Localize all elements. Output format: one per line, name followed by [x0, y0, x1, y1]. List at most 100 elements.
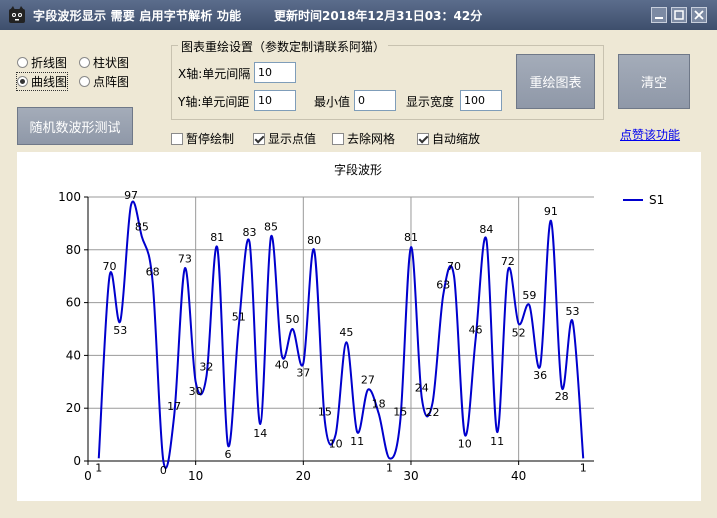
radio-dot-chart[interactable]: 点阵图 — [79, 73, 129, 90]
point-value-label: 83 — [242, 226, 256, 239]
redraw-button[interactable]: 重绘图表 — [516, 54, 595, 109]
minimize-icon — [655, 17, 663, 19]
x-interval-label: X轴:单元间隔 — [178, 67, 251, 81]
point-value-label: 52 — [512, 327, 526, 340]
point-value-label: 91 — [544, 205, 558, 218]
point-value-label: 85 — [264, 221, 278, 234]
point-value-label: 15 — [393, 405, 407, 418]
cat-app-icon — [9, 6, 25, 23]
y-tick-label: 100 — [58, 190, 81, 204]
point-value-label: 97 — [124, 189, 138, 202]
point-value-label: 51 — [232, 310, 246, 323]
point-value-label: 14 — [253, 427, 267, 440]
point-value-label: 11 — [490, 435, 504, 448]
min-value-input[interactable] — [354, 90, 396, 111]
close-button[interactable] — [691, 7, 707, 23]
checkbox-box — [171, 132, 183, 145]
x-interval-input[interactable] — [254, 62, 296, 83]
y-interval-label: Y轴:单元间距 — [178, 95, 250, 109]
radio-dot — [79, 57, 90, 68]
point-value-label: 53 — [113, 324, 127, 337]
point-value-label: 59 — [522, 289, 536, 302]
point-value-label: 28 — [555, 390, 569, 403]
point-value-label: 11 — [350, 435, 364, 448]
point-value-label: 24 — [415, 382, 429, 395]
maximize-icon — [674, 10, 684, 20]
point-value-label: 10 — [458, 438, 472, 451]
point-value-label: 70 — [103, 260, 117, 273]
radio-label: 柱状图 — [93, 56, 130, 70]
chart-title: 字段波形 — [334, 162, 382, 177]
point-value-label: 0 — [160, 464, 167, 477]
display-width-label: 显示宽度 — [406, 95, 455, 109]
x-tick-label: 10 — [188, 469, 203, 483]
close-icon — [694, 10, 704, 20]
y-tick-label: 20 — [66, 401, 81, 415]
checkbox-label: 显示点值 — [268, 132, 317, 146]
radio-label: 折线图 — [31, 56, 68, 70]
point-value-label: 27 — [361, 374, 375, 387]
y-interval-input[interactable] — [254, 90, 296, 111]
point-value-label: 63 — [436, 279, 450, 292]
radio-label: 曲线图 — [31, 75, 68, 89]
checkbox-label: 去除网格 — [347, 132, 396, 146]
point-value-label: 81 — [404, 231, 418, 244]
point-value-label: 73 — [178, 252, 192, 265]
auto-scale-checkbox[interactable]: 自动缩放 — [417, 130, 480, 147]
radio-line-chart[interactable]: 折线图 — [17, 54, 67, 71]
main-window: 字段波形显示 需要 启用字节解析 功能 更新时间2018年12月31日03：42… — [0, 0, 717, 518]
point-value-label: 50 — [286, 313, 300, 326]
point-value-label: 32 — [199, 361, 213, 374]
remove-grid-checkbox[interactable]: 去除网格 — [332, 130, 395, 147]
clear-button[interactable]: 清空 — [618, 54, 690, 109]
display-width-input[interactable] — [460, 90, 502, 111]
radio-label: 点阵图 — [93, 75, 130, 89]
radio-dot — [79, 76, 90, 87]
checkbox-box — [253, 132, 265, 145]
legend-label: S1 — [649, 193, 664, 207]
y-tick-label: 80 — [66, 243, 81, 257]
update-time: 更新时间2018年12月31日03：42分 — [274, 9, 483, 23]
point-value-label: 85 — [135, 221, 149, 234]
point-value-label: 15 — [318, 405, 332, 418]
show-values-checkbox[interactable]: 显示点值 — [253, 130, 316, 147]
point-value-label: 17 — [167, 400, 181, 413]
point-value-label: 40 — [275, 358, 289, 371]
x-tick-label: 20 — [296, 469, 311, 483]
point-value-label: 22 — [426, 406, 440, 419]
point-value-label: 30 — [189, 385, 203, 398]
checkbox-label: 暂停绘制 — [186, 132, 235, 146]
y-tick-label: 0 — [73, 454, 81, 468]
checkbox-box — [417, 132, 429, 145]
x-tick-label: 30 — [403, 469, 418, 483]
point-value-label: 70 — [447, 260, 461, 273]
checkbox-box — [332, 132, 344, 145]
point-value-label: 72 — [501, 255, 515, 268]
radio-curve-chart[interactable]: 曲线图 — [15, 72, 69, 91]
radio-bar-chart[interactable]: 柱状图 — [79, 54, 129, 71]
point-value-label: 37 — [296, 366, 310, 379]
minimize-button[interactable] — [651, 7, 667, 23]
point-value-label: 1 — [580, 461, 587, 474]
point-value-label: 6 — [224, 448, 231, 461]
radio-dot — [17, 76, 28, 87]
point-value-label: 68 — [146, 265, 160, 278]
like-link[interactable]: 点赞该功能 — [620, 126, 680, 143]
waveform-chart: 字段波形 0 10 20 30 40020406080100 1705397856801… — [58, 162, 664, 483]
point-value-label: 81 — [210, 231, 224, 244]
random-test-button[interactable]: 随机数波形测试 — [17, 107, 133, 145]
point-value-label: 45 — [339, 326, 353, 339]
title-bar: 字段波形显示 需要 启用字节解析 功能 更新时间2018年12月31日03：42… — [0, 0, 717, 30]
x-tick-label: 0 — [84, 469, 92, 483]
chart-panel: 字段波形 0 10 20 30 40 0 20 40 60 80 100 1 70 53 97 85 68 0 1… — [17, 152, 701, 501]
maximize-button[interactable] — [671, 7, 687, 23]
point-value-label: 84 — [479, 223, 493, 236]
point-value-label: 80 — [307, 234, 321, 247]
point-value-label: 1 — [386, 461, 393, 474]
point-value-label: 36 — [533, 369, 547, 382]
min-value-label: 最小值 — [314, 95, 351, 109]
y-tick-label: 40 — [66, 348, 81, 362]
point-value-label: 1 — [95, 461, 102, 474]
settings-title: 图表重绘设置（参数定制请联系阿猫） — [178, 38, 389, 55]
pause-draw-checkbox[interactable]: 暂停绘制 — [171, 130, 234, 147]
